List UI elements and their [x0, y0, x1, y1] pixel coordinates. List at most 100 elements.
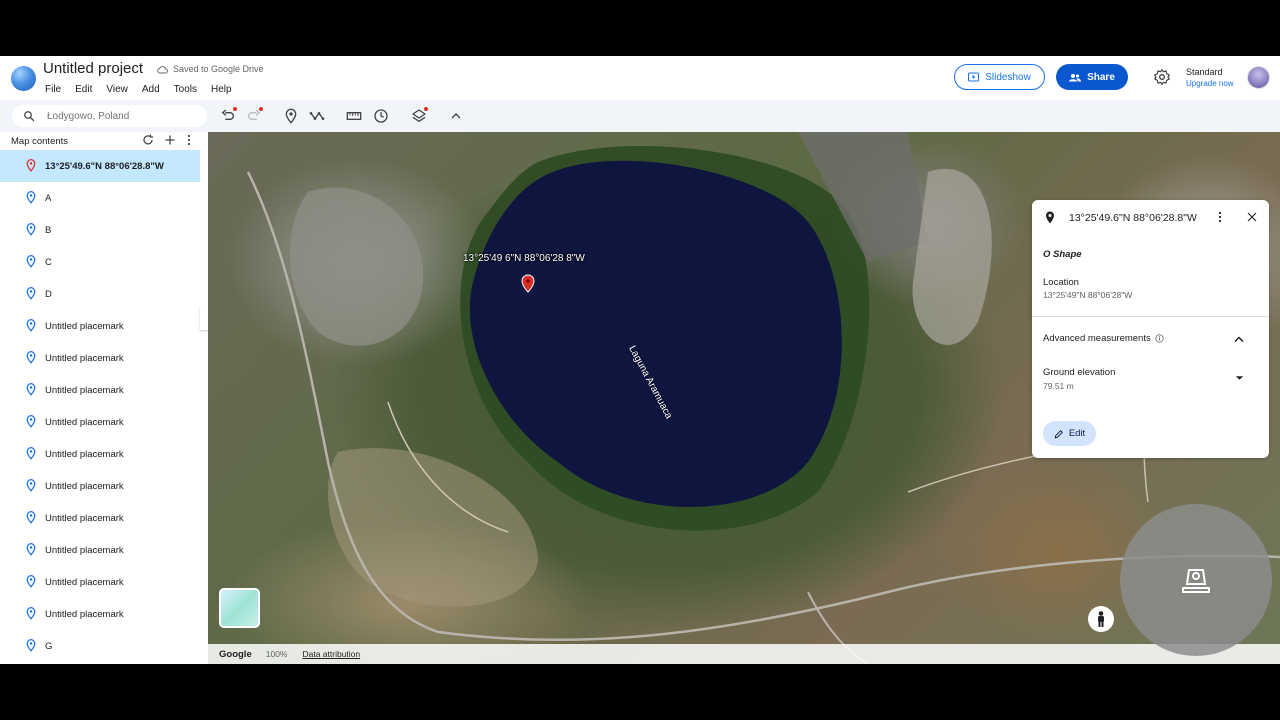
map-attribution-bar: Google 100% Data attribution — [208, 644, 1280, 664]
saved-status-text: Saved to Google Drive — [173, 64, 264, 74]
menu-edit[interactable]: Edit — [75, 84, 92, 95]
menu-tools[interactable]: Tools — [174, 84, 197, 95]
list-item[interactable]: Untitled placemark — [0, 598, 200, 630]
info-icon[interactable] — [1155, 334, 1164, 343]
placemark-icon — [26, 447, 36, 460]
add-icon[interactable] — [164, 134, 176, 146]
google-earth-logo[interactable] — [11, 66, 36, 91]
cloud-done-icon — [157, 65, 168, 73]
map-contents-sidebar: Map contents 13°25'49.6"N 88°06'28.8"W A B… — [0, 132, 200, 664]
pencil-icon — [1054, 429, 1063, 438]
list-item[interactable]: Untitled placemark — [0, 566, 200, 598]
list-item[interactable]: D — [0, 278, 200, 310]
list-item-label: Untitled placemark — [45, 544, 124, 556]
list-item[interactable]: Untitled placemark — [0, 342, 200, 374]
map-contents-header: Map contents — [0, 132, 200, 150]
list-item[interactable]: A — [0, 182, 200, 214]
advanced-measurements-label: Advanced measurements — [1043, 333, 1151, 344]
list-item[interactable]: G — [0, 630, 200, 662]
placemark-label[interactable]: 13°25'49 6"N 88°06'28 8"W — [463, 253, 585, 264]
list-item[interactable]: C — [0, 246, 200, 278]
list-item[interactable]: Untitled placemark — [0, 406, 200, 438]
share-button[interactable]: Share — [1056, 64, 1128, 90]
dropdown-arrow-icon[interactable] — [1235, 375, 1244, 381]
gear-icon[interactable] — [1154, 69, 1170, 85]
placemark-icon — [26, 575, 36, 588]
chevron-up-icon[interactable] — [448, 108, 464, 124]
list-item-label: C — [45, 256, 52, 268]
more-vert-icon[interactable] — [186, 134, 192, 146]
people-icon — [1069, 73, 1082, 81]
pegman-icon — [1098, 611, 1104, 627]
location-label: Location — [1043, 277, 1079, 288]
list-item[interactable]: Untitled placemark — [0, 470, 200, 502]
measure-ruler-icon[interactable] — [346, 108, 362, 124]
data-attribution-link[interactable]: Data attribution — [302, 649, 360, 659]
search-box[interactable] — [12, 105, 207, 127]
more-vert-icon[interactable] — [1217, 211, 1223, 223]
search-icon — [24, 111, 35, 122]
slideshow-icon — [968, 72, 980, 82]
undo-indicator-dot — [233, 107, 237, 111]
list-item-label: A — [45, 192, 52, 204]
draw-path-icon[interactable] — [309, 108, 325, 124]
list-item[interactable]: Untitled placemark — [0, 438, 200, 470]
slideshow-button[interactable]: Slideshow — [954, 64, 1045, 90]
edit-button[interactable]: Edit — [1043, 421, 1096, 446]
list-item-label: Untitled placemark — [45, 352, 124, 364]
project-title[interactable]: Untitled project — [43, 60, 143, 77]
map-contents-title: Map contents — [11, 135, 69, 147]
street-view-pegman[interactable] — [1088, 606, 1114, 632]
plan-name: Standard — [1186, 67, 1223, 77]
ground-elevation-value: 79.51 m — [1043, 381, 1074, 391]
advanced-measurements-header[interactable]: Advanced measurements — [1043, 333, 1164, 344]
add-placemark-icon[interactable] — [283, 108, 299, 124]
floating-capture-button[interactable] — [1120, 504, 1272, 656]
menu-add[interactable]: Add — [142, 84, 160, 95]
avatar[interactable] — [1247, 66, 1270, 89]
placemark-icon — [26, 639, 36, 652]
close-icon[interactable] — [1246, 211, 1258, 223]
list-item[interactable]: Untitled placemark — [0, 534, 200, 566]
location-value: 13°25'49"N 88°06'28"W — [1043, 290, 1133, 300]
refresh-icon[interactable] — [142, 134, 154, 146]
menu-help[interactable]: Help — [211, 84, 232, 95]
share-label: Share — [1087, 71, 1115, 83]
list-item-label: Untitled placemark — [45, 320, 124, 332]
list-item-label: Untitled placemark — [45, 384, 124, 396]
menu-view[interactable]: View — [106, 84, 128, 95]
list-item[interactable]: Untitled placemark — [0, 502, 200, 534]
camera-capture-icon — [1182, 569, 1210, 593]
placemark-icon — [26, 479, 36, 492]
map-style-thumbnail[interactable] — [219, 588, 260, 628]
placemark-icon — [26, 607, 36, 620]
history-icon[interactable] — [373, 108, 389, 124]
placemark-icon — [26, 191, 36, 204]
toolbar — [0, 100, 1280, 132]
list-item-label: B — [45, 224, 52, 236]
placemark-icon — [1046, 211, 1054, 224]
list-item-label: D — [45, 288, 52, 300]
list-item-label: Untitled placemark — [45, 448, 124, 460]
upgrade-link[interactable]: Upgrade now — [1186, 78, 1234, 90]
shape-name: O Shape — [1043, 249, 1082, 260]
chevron-up-icon[interactable] — [1233, 334, 1245, 344]
list-item[interactable]: Untitled placemark — [0, 374, 200, 406]
google-earth-app: Untitled project Saved to Google Drive F… — [0, 56, 1280, 664]
list-item-label: Untitled placemark — [45, 480, 124, 492]
layers-indicator-dot — [424, 107, 428, 111]
list-item[interactable]: B — [0, 214, 200, 246]
list-item[interactable]: Untitled placemark — [0, 310, 200, 342]
placemark-icon — [26, 159, 36, 172]
placemark-icon — [26, 415, 36, 428]
app-header: Untitled project Saved to Google Drive F… — [0, 56, 1280, 100]
placemark-icon — [26, 255, 36, 268]
list-item-label: 13°25'49.6"N 88°06'28.8"W — [45, 160, 164, 172]
slideshow-label: Slideshow — [985, 71, 1031, 83]
menu-file[interactable]: File — [45, 84, 61, 95]
list-item-label: G — [45, 640, 53, 652]
search-input[interactable] — [47, 110, 197, 122]
placemark-icon — [26, 543, 36, 556]
list-item[interactable]: 13°25'49.6"N 88°06'28.8"W — [0, 150, 200, 182]
placemark-icon — [26, 223, 36, 236]
